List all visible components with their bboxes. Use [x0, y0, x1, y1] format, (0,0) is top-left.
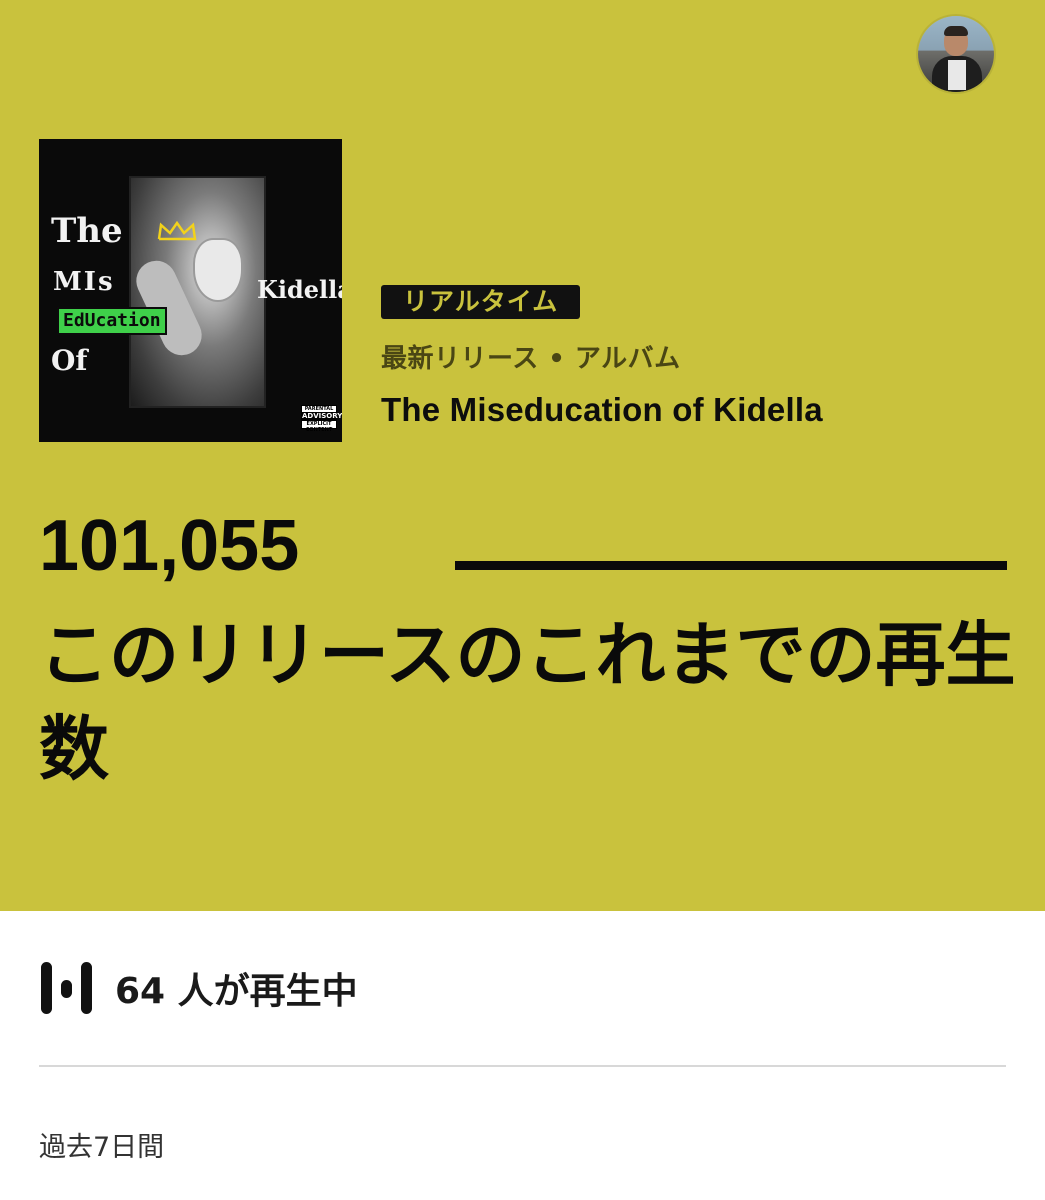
title-rule [455, 561, 1007, 570]
advisory-mid: ADVISORY [302, 412, 342, 421]
avatar-hair [944, 26, 968, 36]
advisory-bottom: EXPLICIT CONTENT [305, 421, 333, 433]
cover-text-mis: MIs [53, 267, 115, 297]
album-title[interactable]: The Miseducation of Kidella [381, 391, 823, 429]
play-count-caption: このリリースのこれまでの再生数 [39, 614, 1016, 790]
album-cover[interactable]: The MIs EdUcation Of Kidella PARENTAL AD… [39, 139, 342, 442]
hero-section: The MIs EdUcation Of Kidella PARENTAL AD… [0, 0, 1045, 911]
cover-photo [129, 176, 266, 408]
cover-text-of: Of [51, 344, 88, 377]
realtime-badge: リアルタイム [381, 285, 581, 319]
parental-advisory-label: PARENTAL ADVISORY EXPLICIT CONTENT [301, 405, 342, 433]
crown-icon [157, 221, 197, 241]
profile-avatar[interactable] [918, 16, 994, 92]
cover-text-education: EdUcation [57, 307, 167, 335]
listening-now-row: 64 人が再生中 [39, 958, 358, 1018]
release-subtitle: 最新リリース • アルバム [381, 344, 681, 374]
play-count: 101,055 [39, 506, 300, 586]
cover-text-the: The [51, 211, 123, 251]
live-listeners-icon [39, 958, 95, 1018]
listening-now-label: 64 人が再生中 [115, 971, 358, 1012]
cover-text-artist: Kidella [257, 275, 342, 304]
cover-bowl [193, 238, 243, 302]
period-label: 過去7日間 [39, 1132, 165, 1163]
avatar-shirt [948, 60, 966, 90]
section-divider [39, 1065, 1006, 1067]
